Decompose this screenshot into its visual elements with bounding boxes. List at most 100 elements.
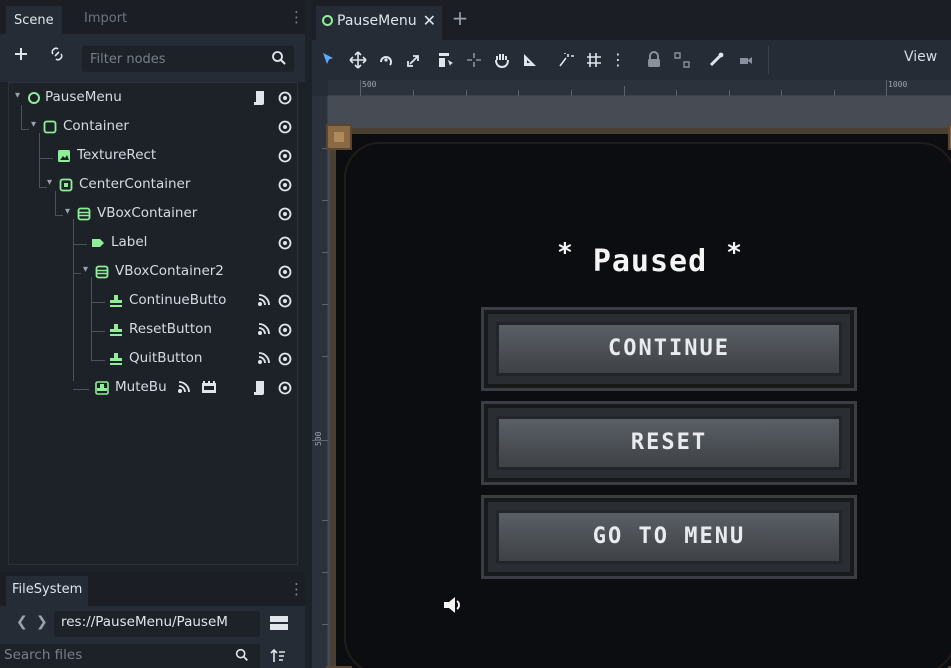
tree-item-container[interactable]: ▾ Container — [9, 114, 297, 140]
select-tool-icon[interactable] — [318, 50, 338, 70]
paused-label[interactable]: * Paused * — [336, 238, 951, 279]
search-files-box — [0, 644, 260, 668]
search-files-input[interactable] — [4, 647, 224, 663]
signal-icon[interactable] — [257, 293, 271, 307]
tree-item-vboxcontainer2[interactable]: ▾ VBoxContainer2 — [9, 259, 297, 285]
visibility-eye-icon[interactable] — [277, 235, 293, 251]
label-node-icon — [92, 239, 104, 247]
sort-icon[interactable] — [270, 648, 286, 664]
reset-button[interactable]: RESET — [481, 401, 857, 485]
tab-scene[interactable]: Scene — [6, 6, 62, 34]
left-dock: Scene Import ⋮ ▾ — [0, 0, 305, 668]
go-to-menu-label: GO TO MENU — [592, 524, 746, 549]
add-tab-icon[interactable]: + — [450, 8, 470, 28]
bone-icon[interactable] — [706, 50, 726, 70]
forward-arrow-icon[interactable]: ❯ — [36, 614, 48, 630]
visibility-eye-icon[interactable] — [277, 148, 293, 164]
pan-tool-icon[interactable] — [492, 50, 512, 70]
visibility-eye-icon[interactable] — [277, 206, 293, 222]
more-options-icon[interactable]: ⋮ — [610, 50, 626, 69]
signal-icon[interactable] — [177, 380, 191, 394]
texturerect-node-icon — [58, 150, 70, 162]
control-node-icon — [322, 15, 333, 26]
path-field[interactable]: res://PauseMenu/PauseM — [54, 611, 260, 637]
close-icon[interactable]: ✕ — [423, 6, 436, 36]
instance-scene-icon[interactable] — [46, 46, 68, 68]
speaker-icon[interactable] — [442, 594, 464, 616]
frame-corner — [326, 124, 352, 150]
scene-tab-label: PauseMenu — [337, 13, 417, 29]
visibility-eye-icon[interactable] — [277, 177, 293, 193]
tree-item-label: VBoxContainer2 — [115, 263, 224, 279]
centercontainer-node-icon — [59, 178, 73, 192]
canvas-viewport[interactable]: 500 1000 500 * Paused * CONTINUE RESET G… — [312, 80, 951, 668]
signal-icon[interactable] — [257, 351, 271, 365]
back-arrow-icon[interactable]: ❮ — [16, 614, 28, 630]
ruler-label: 500 — [314, 431, 323, 446]
continue-button[interactable]: CONTINUE — [481, 307, 857, 391]
control-node-icon — [28, 92, 40, 104]
move-tool-icon[interactable] — [348, 50, 368, 70]
ruler-tool-icon[interactable] — [520, 50, 540, 70]
add-node-icon[interactable] — [10, 46, 32, 68]
rotate-tool-icon[interactable] — [376, 50, 396, 70]
chevron-down-icon[interactable]: ▾ — [47, 177, 52, 188]
grid-snap-icon[interactable] — [584, 50, 604, 70]
tree-item-quitbutton[interactable]: QuitButton — [9, 346, 297, 372]
visibility-eye-icon[interactable] — [277, 119, 293, 135]
dock-menu-icon[interactable]: ⋮ — [289, 581, 304, 597]
script-icon[interactable] — [253, 90, 265, 106]
scene-tree: ▾ PauseMenu ▾ Container TextureRect ▾ Ce… — [8, 82, 298, 565]
filter-nodes-input[interactable] — [90, 48, 260, 70]
tree-item-label: MuteBu — [115, 379, 167, 395]
chevron-down-icon[interactable]: ▾ — [83, 264, 88, 275]
smart-snap-icon[interactable] — [556, 50, 576, 70]
visibility-eye-icon[interactable] — [277, 293, 293, 309]
tree-item-mutebutton[interactable]: MuteBu — [9, 375, 297, 401]
tree-item-vboxcontainer[interactable]: ▾ VBoxContainer — [9, 201, 297, 227]
visibility-eye-icon[interactable] — [277, 351, 293, 367]
filesystem-path-row: ❮ ❯ res://PauseMenu/PauseM — [0, 606, 305, 640]
scene-tab-pausemenu[interactable]: PauseMenu ✕ — [316, 6, 442, 40]
tree-item-texturerect[interactable]: TextureRect — [9, 143, 297, 169]
tab-filesystem[interactable]: FileSystem — [6, 576, 89, 606]
groups-icon[interactable] — [201, 380, 217, 394]
canvas-toolbar: ⋮ View — [312, 40, 951, 80]
group-icon[interactable] — [672, 50, 692, 70]
reset-label: RESET — [630, 430, 708, 455]
signal-icon[interactable] — [257, 322, 271, 336]
go-to-menu-button[interactable]: GO TO MENU — [481, 495, 857, 579]
dock-menu-icon[interactable]: ⋮ — [289, 9, 304, 25]
split-mode-icon[interactable] — [270, 615, 288, 631]
selectable-list-icon[interactable] — [436, 50, 456, 70]
tree-item-pausemenu[interactable]: ▾ PauseMenu — [9, 85, 297, 111]
dock-tabs: Scene Import ⋮ — [0, 0, 305, 34]
lock-icon[interactable] — [644, 50, 664, 70]
tree-item-continuebutton[interactable]: ContinueButto — [9, 288, 297, 314]
visibility-eye-icon[interactable] — [277, 264, 293, 280]
camera-icon[interactable] — [736, 50, 756, 70]
tree-item-label: QuitButton — [129, 350, 203, 366]
chevron-down-icon[interactable]: ▾ — [15, 90, 20, 101]
tree-item-centercontainer[interactable]: ▾ CenterContainer — [9, 172, 297, 198]
tree-item-label: ResetButton — [129, 321, 212, 337]
container-node-icon — [43, 120, 57, 134]
scene-toolbar — [0, 34, 305, 82]
continue-label: CONTINUE — [608, 336, 730, 361]
ruler-top[interactable]: 500 1000 — [328, 80, 951, 96]
chevron-down-icon[interactable]: ▾ — [65, 206, 70, 217]
visibility-eye-icon[interactable] — [277, 90, 293, 106]
visibility-eye-icon[interactable] — [277, 380, 293, 396]
view-menu-button[interactable]: View — [904, 49, 937, 65]
tree-item-label-node[interactable]: Label — [9, 230, 297, 256]
ruler-left[interactable]: 500 — [312, 80, 328, 668]
tree-item-resetbutton[interactable]: ResetButton — [9, 317, 297, 343]
button-node-icon — [110, 295, 122, 307]
script-icon[interactable] — [253, 380, 265, 396]
pivot-tool-icon[interactable] — [464, 50, 484, 70]
chevron-down-icon[interactable]: ▾ — [31, 119, 36, 130]
scale-tool-icon[interactable] — [404, 50, 424, 70]
tab-import[interactable]: Import — [76, 6, 135, 34]
scene-tabs: PauseMenu ✕ + — [312, 0, 951, 40]
visibility-eye-icon[interactable] — [277, 322, 293, 338]
